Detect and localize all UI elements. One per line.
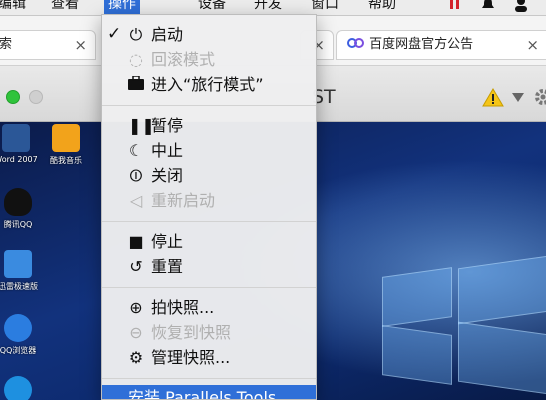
menu-item-pause[interactable]: ❚❚ 暂停 xyxy=(102,113,316,138)
menu-item-label: 暂停 xyxy=(151,116,184,135)
inactive-window-button[interactable] xyxy=(29,90,43,104)
menu-item-shutdown[interactable]: ⏼ 关闭 xyxy=(102,163,316,188)
desktop-icon-qq[interactable]: 腾讯QQ xyxy=(0,188,58,230)
actions-menu: ✓ ⏻ 启动 ◌ 回滚模式 进入“旅行模式” ❚❚ 暂停 ☾ 中止 ⏼ 关闭 ◁… xyxy=(101,14,317,400)
menu-separator xyxy=(102,221,316,222)
desktop-icon-label: QQ浏览器 xyxy=(0,346,37,355)
menu-separator xyxy=(102,105,316,106)
moon-icon: ☾ xyxy=(128,141,144,160)
checkmark-icon: ✓ xyxy=(107,24,122,44)
tab-label: 索 xyxy=(0,37,13,52)
tab-close-icon[interactable]: × xyxy=(526,31,539,59)
menu-item-reset[interactable]: ↺ 重置 xyxy=(102,254,316,279)
menu-item-label: 拍快照... xyxy=(151,298,215,317)
music-icon xyxy=(52,124,80,152)
rollback-icon: ◌ xyxy=(129,50,143,69)
menubar-item-develop[interactable]: 开发 xyxy=(254,0,282,14)
user-icon[interactable] xyxy=(513,0,529,13)
baidu-netdisk-icon xyxy=(347,38,364,48)
menu-item-take-snapshot[interactable]: ⊕ 拍快照... xyxy=(102,295,316,320)
menu-item-install-parallels-tools[interactable]: 安装 Parallels Tools... xyxy=(102,385,316,400)
menu-item-start[interactable]: ✓ ⏻ 启动 xyxy=(102,22,316,47)
wallpaper-window-pane xyxy=(458,255,546,325)
desktop-icon-label: 酷我音乐 xyxy=(50,156,82,165)
wallpaper-window-pane xyxy=(458,321,546,395)
restart-icon: ◁ xyxy=(129,191,143,210)
menubar-item-devices[interactable]: 设备 xyxy=(198,0,226,14)
reset-icon: ↺ xyxy=(129,257,143,276)
menubar-item-window[interactable]: 窗口 xyxy=(311,0,339,14)
thunder-icon xyxy=(4,250,32,278)
menu-item-label: 进入“旅行模式” xyxy=(151,75,264,94)
qq-icon xyxy=(4,188,32,216)
menu-item-label: 恢复到快照 xyxy=(151,323,232,342)
menubar-item-help[interactable]: 帮助 xyxy=(368,0,396,14)
internet-explorer-icon xyxy=(4,376,32,400)
tab-3[interactable]: 百度网盘官方公告 × xyxy=(336,30,546,60)
suitcase-icon xyxy=(128,72,144,97)
desktop-icon-qq-browser[interactable]: QQ浏览器 xyxy=(0,314,58,356)
tab-close-icon[interactable]: × xyxy=(74,31,87,59)
menubar-item-edit[interactable]: 编辑 xyxy=(0,0,26,14)
menu-item-revert-snapshot: ⊖ 恢复到快照 xyxy=(102,320,316,345)
menu-item-travel-mode[interactable]: 进入“旅行模式” xyxy=(102,72,316,97)
menu-item-label: 回滚模式 xyxy=(151,50,216,69)
menubar-item-actions[interactable]: 操作 xyxy=(104,0,140,14)
menu-item-label: 重置 xyxy=(151,257,184,276)
wallpaper-window-pane xyxy=(382,325,452,385)
qq-browser-icon xyxy=(4,314,32,342)
manage-snapshot-icon: ⚙ xyxy=(128,348,144,367)
menu-item-label: 启动 xyxy=(151,25,184,44)
zoom-button[interactable] xyxy=(6,90,20,104)
menu-separator xyxy=(102,287,316,288)
menu-item-label: 停止 xyxy=(151,232,184,251)
pause-icon: ❚❚ xyxy=(128,116,155,135)
menu-item-label: 中止 xyxy=(151,141,184,160)
desktop-icon-ie[interactable] xyxy=(0,376,58,400)
tab-label: 百度网盘官方公告 xyxy=(369,37,474,52)
menu-item-suspend[interactable]: ☾ 中止 xyxy=(102,138,316,163)
desktop-icon-thunder[interactable]: 迅雷极速版 xyxy=(0,250,58,292)
desktop-icon-label: 腾讯QQ xyxy=(3,220,33,229)
desktop-icon-label: 迅雷极速版 xyxy=(0,282,38,291)
menubar-item-view[interactable]: 查看 xyxy=(51,0,79,14)
stop-icon: ■ xyxy=(128,232,144,251)
wallpaper-window-pane xyxy=(382,267,452,327)
menu-item-label: 关闭 xyxy=(151,166,184,185)
notification-bell-icon[interactable] xyxy=(480,0,496,13)
menu-item-restart: ◁ 重新启动 xyxy=(102,188,316,213)
menu-item-rollback-mode: ◌ 回滚模式 xyxy=(102,47,316,72)
menu-item-label: 重新启动 xyxy=(151,191,216,210)
power-icon: ⏻ xyxy=(129,25,143,44)
parallels-tray-icon[interactable] xyxy=(447,0,463,13)
menu-separator xyxy=(102,378,316,379)
revert-icon: ⊖ xyxy=(129,323,143,342)
snapshot-icon: ⊕ xyxy=(129,298,143,317)
menu-item-stop[interactable]: ■ 停止 xyxy=(102,229,316,254)
menu-item-label: 管理快照... xyxy=(151,348,231,367)
menu-item-label: 安装 Parallels Tools... xyxy=(128,388,292,400)
shutdown-icon: ⏼ xyxy=(129,166,143,185)
desktop-icon-kuwo[interactable]: 酷我音乐 xyxy=(26,124,106,166)
gear-icon[interactable] xyxy=(533,87,546,107)
warning-icon[interactable] xyxy=(482,88,504,107)
tab-1[interactable]: 索 × xyxy=(0,30,96,60)
menu-item-manage-snapshots[interactable]: ⚙ 管理快照... xyxy=(102,345,316,370)
chevron-down-icon[interactable] xyxy=(512,93,524,102)
